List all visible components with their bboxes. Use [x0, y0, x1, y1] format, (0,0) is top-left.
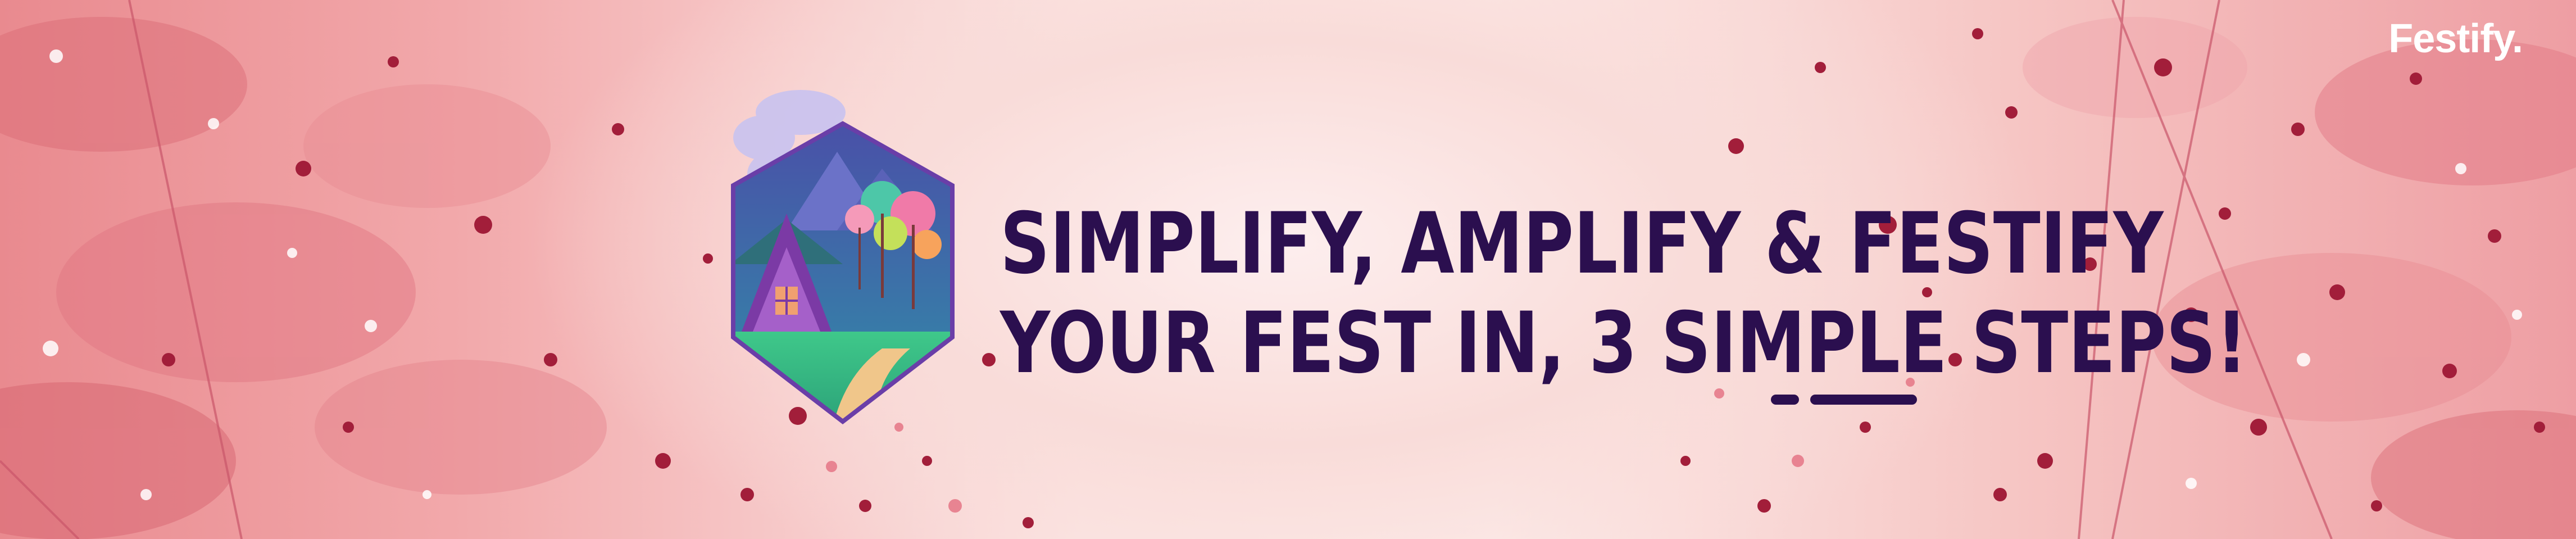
headline: Simplify, Amplify & Festify Your Fest In…: [1000, 194, 2248, 393]
hero-banner: Simplify, Amplify & Festify Your Fest In…: [0, 0, 2576, 539]
left-texture-blobs: [0, 17, 607, 539]
festify-logo[interactable]: Festify.: [2388, 16, 2523, 62]
headline-line-1: Simplify, Amplify & Festify: [1000, 195, 2164, 293]
headline-underline-long: [1810, 395, 1917, 405]
headline-line-2: Your Fest In, 3 Simple Steps!: [1000, 295, 2248, 393]
speckles-pink: [826, 378, 1915, 513]
house-in-forest-hexagon-icon: [731, 90, 955, 425]
headline-underline-short: [1771, 395, 1799, 405]
